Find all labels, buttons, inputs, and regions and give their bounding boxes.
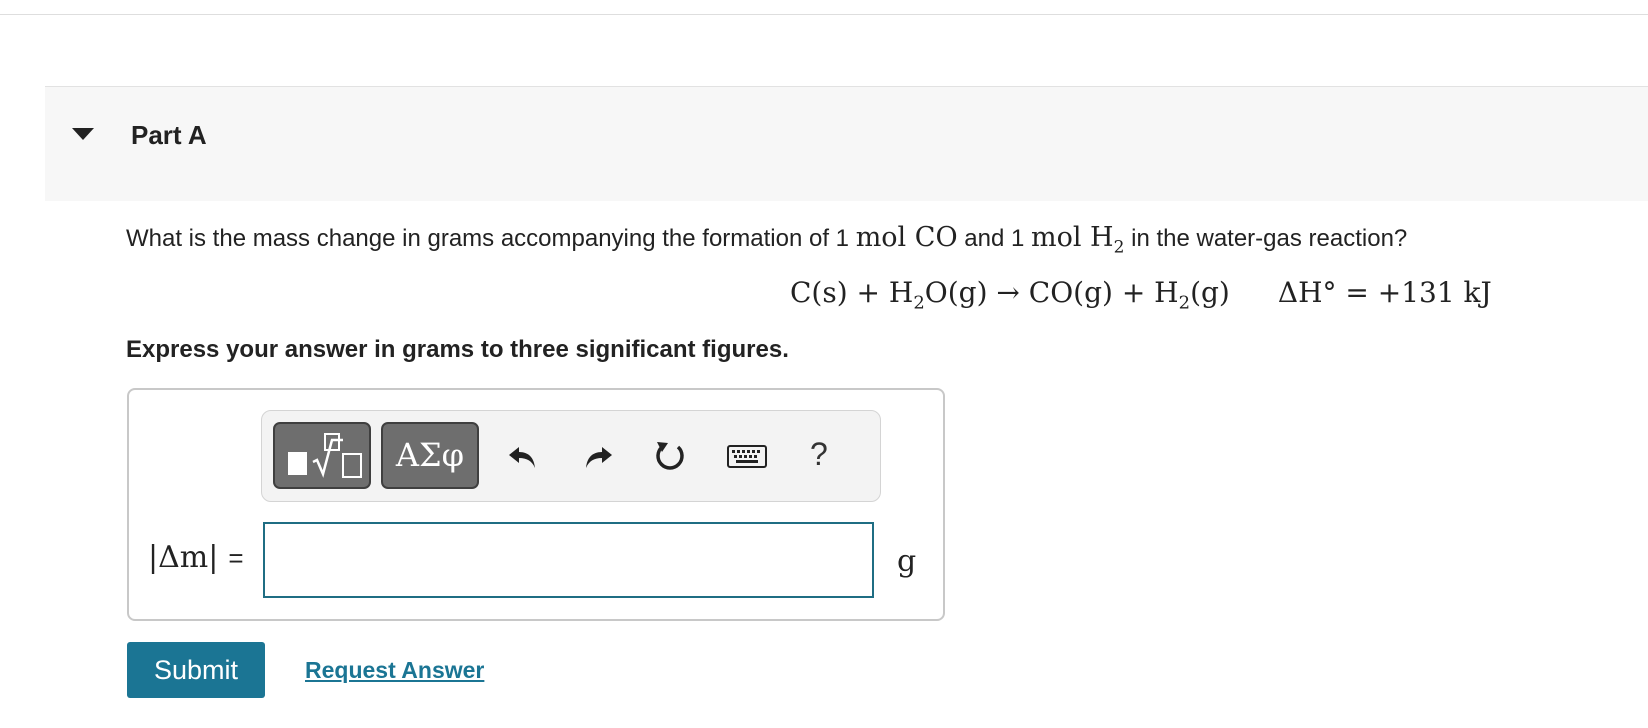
answer-equals: = (228, 543, 244, 573)
question-mol-h2: mol H2 (1030, 222, 1124, 257)
submit-button[interactable]: Submit (127, 642, 265, 698)
question-text-mid: and 1 (957, 225, 1031, 252)
part-header[interactable] (45, 86, 1648, 201)
collapse-caret-icon[interactable] (72, 128, 94, 140)
templates-radicand-box (342, 453, 362, 478)
answer-unit: g (897, 544, 917, 579)
question-mol-h2-sub: 2 (1113, 237, 1125, 258)
part-title[interactable]: Part A (131, 120, 207, 151)
question-text: What is the mass change in grams accompa… (126, 222, 1407, 257)
answer-input[interactable] (263, 522, 874, 598)
help-button[interactable]: ? (810, 436, 828, 473)
reaction-equation: C(s) + H2O(g) → CO(g) + H2(g) ΔH° = +131 … (790, 276, 1492, 314)
keyboard-icon[interactable] (726, 438, 768, 474)
templates-icon (288, 452, 307, 475)
answer-label: |Δm| = (148, 540, 244, 575)
redo-icon[interactable] (580, 438, 616, 474)
question-text-end: in the water-gas reaction? (1124, 225, 1408, 252)
undo-icon[interactable] (505, 438, 541, 474)
question-mol-co: mol CO (855, 222, 958, 253)
answer-instruction: Express your answer in grams to three si… (126, 336, 789, 363)
enthalpy-change: ΔH° = +131 kJ (1277, 276, 1492, 309)
equation-sub-1: 2 (913, 292, 925, 314)
equation-part-3: (g) (1190, 276, 1230, 309)
top-divider (0, 14, 1648, 15)
greek-symbols-button[interactable]: ΑΣφ (381, 422, 479, 489)
equation-part-2: O(g) → CO(g) + H (924, 276, 1179, 309)
equation-part-1: C(s) + H (790, 276, 914, 309)
request-answer-link[interactable]: Request Answer (305, 657, 484, 684)
question-mol-h2-base: mol H (1030, 222, 1114, 253)
templates-radical-icon (312, 438, 343, 478)
equation-sub-2: 2 (1178, 292, 1191, 314)
question-text-start: What is the mass change in grams accompa… (126, 225, 856, 252)
reset-icon[interactable] (652, 438, 688, 474)
answer-variable: |Δm| (148, 540, 219, 575)
